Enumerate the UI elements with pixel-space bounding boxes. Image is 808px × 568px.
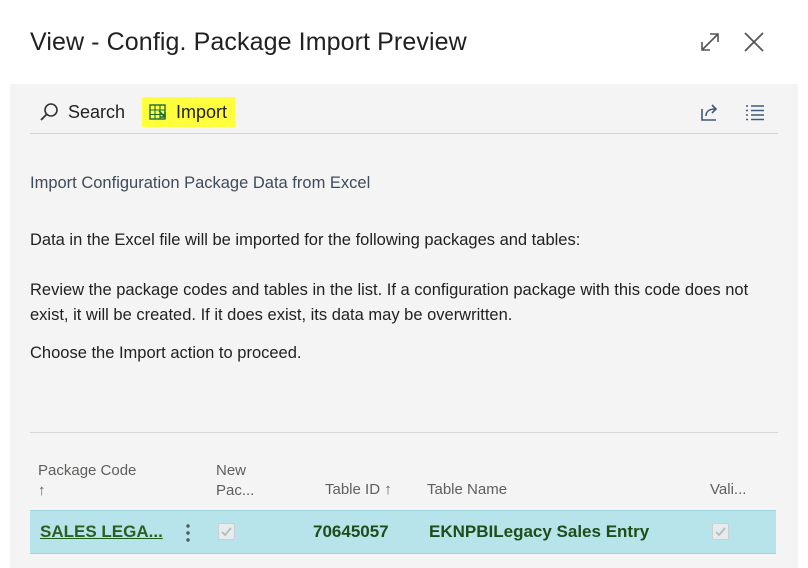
instruction-text-1: Data in the Excel file will be imported … [30,231,581,249]
column-header-validate[interactable]: Vali... [710,480,746,500]
action-bar: Search Import [30,94,778,134]
import-button[interactable]: Import [142,97,236,127]
column-header-label: Pac... [216,482,255,499]
column-header-label: New [216,462,247,479]
close-icon[interactable] [740,28,768,56]
column-header-table-id[interactable]: Table ID ↑ [325,480,392,500]
table-row[interactable]: SALES LEGA... 70645057 EKNPBILegacy Sale… [30,510,776,554]
search-button[interactable]: Search [38,97,125,127]
import-label: Import [176,101,228,122]
column-header-label: Package Code [38,462,137,479]
dialog-title: View - Config. Package Import Preview [30,28,467,56]
column-header-table-name[interactable]: Table Name [427,480,507,500]
list-view-icon[interactable] [743,100,767,124]
row-actions-icon[interactable] [180,521,196,545]
instruction-heading: Import Configuration Package Data from E… [30,174,371,192]
expand-icon[interactable] [696,28,724,56]
excel-import-icon [149,104,166,120]
grid-divider [30,432,778,433]
validate-checkbox [712,523,729,540]
table-name-cell: EKNPBILegacy Sales Entry [429,522,650,541]
search-label: Search [68,101,126,122]
dialog-title-bar: View - Config. Package Import Preview [0,0,808,84]
column-header-package-code[interactable]: Package Code ↑ [38,461,136,501]
checkmark-icon [715,527,726,537]
instruction-text-3: Choose the Import action to proceed. [30,344,302,362]
share-icon[interactable] [698,100,722,124]
sort-ascending-icon: ↑ [38,482,46,499]
package-code-cell[interactable]: SALES LEGA... [40,522,163,542]
new-package-checkbox [218,523,235,540]
checkmark-icon [221,527,232,537]
table-id-cell: 70645057 [313,522,389,541]
column-header-new-package[interactable]: New Pac... [216,461,254,501]
search-icon [40,103,58,121]
instruction-text-2: Review the package codes and tables in t… [30,281,749,324]
dialog-content-panel: Search Import Import Configuration Packa… [10,84,798,568]
